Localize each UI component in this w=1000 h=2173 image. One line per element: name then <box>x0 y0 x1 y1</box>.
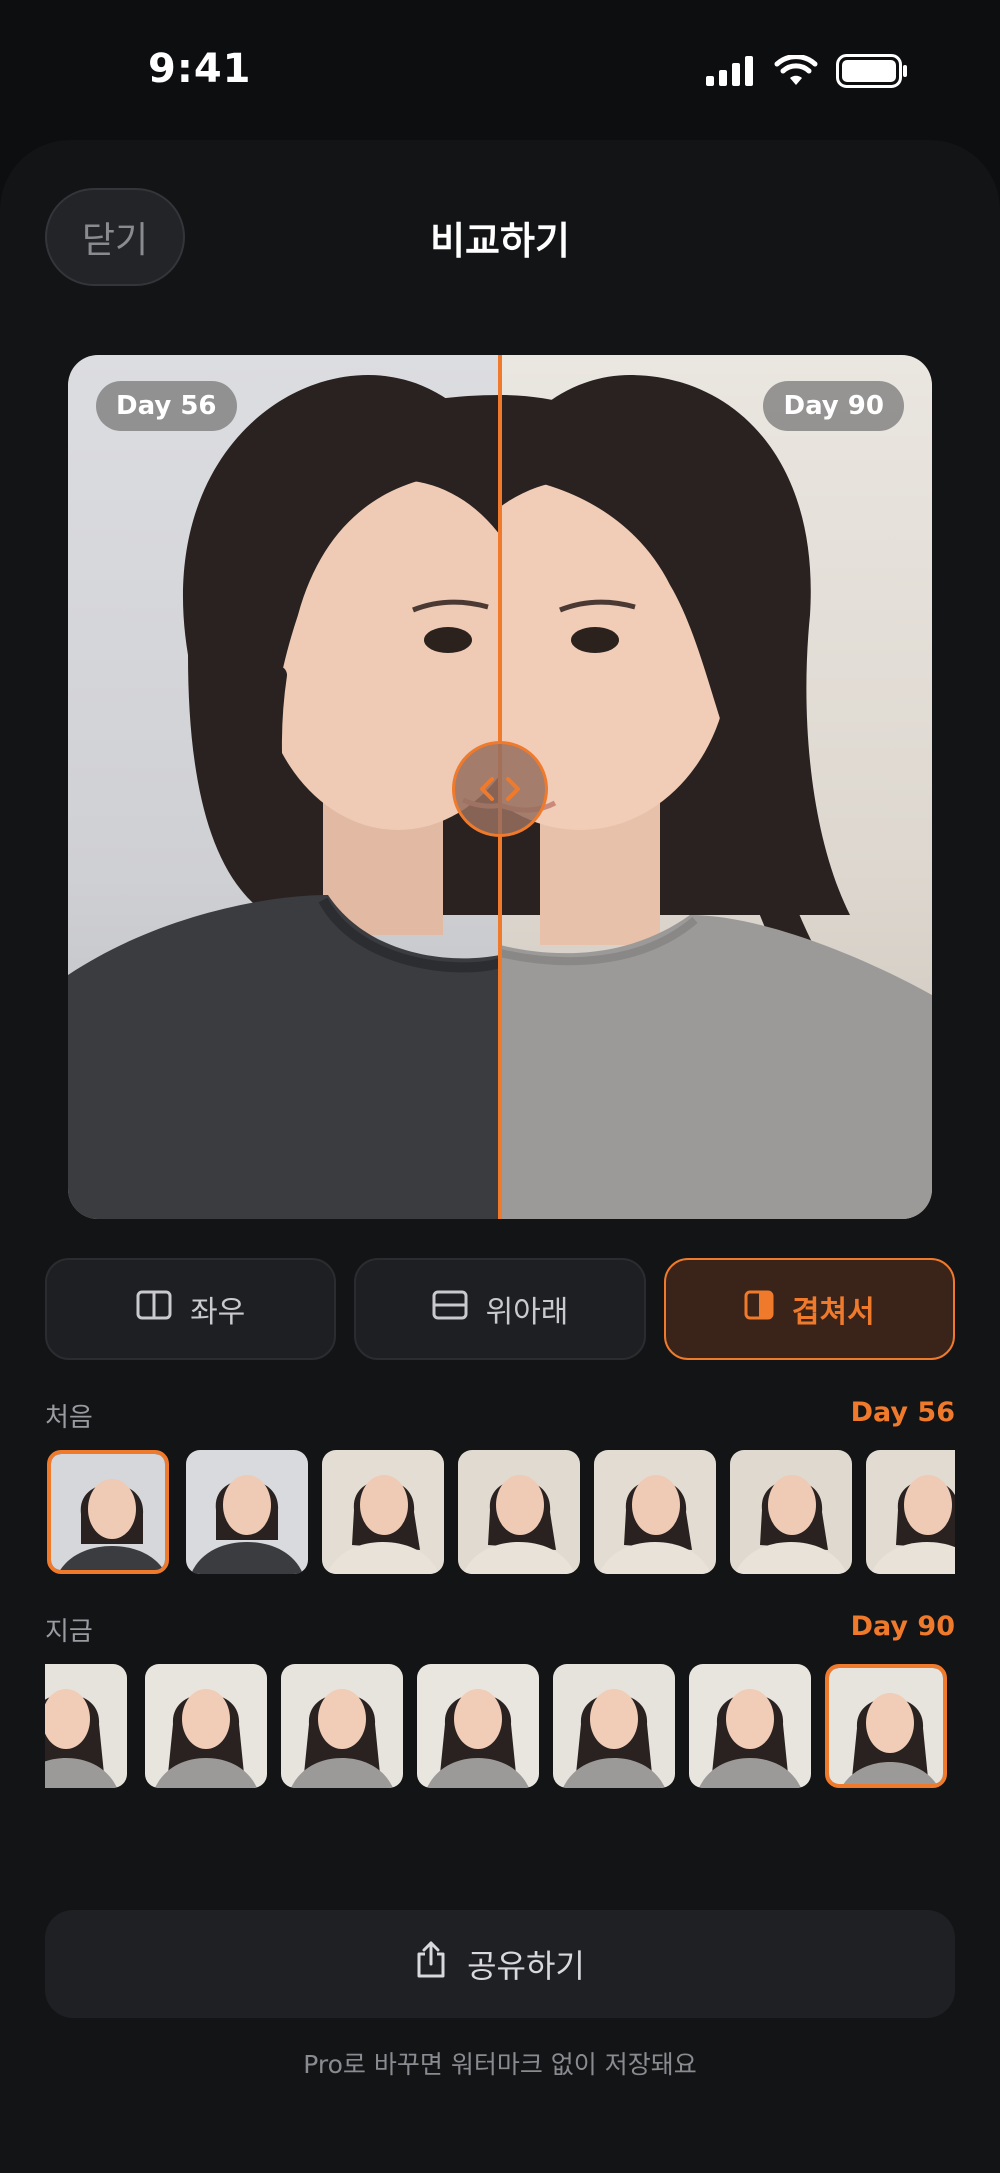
mode-label: 겹쳐서 <box>791 1295 875 1330</box>
now-row-label: 지금 <box>45 1617 93 1647</box>
share-button[interactable]: 공유하기 <box>45 1910 955 2018</box>
now-thumbnail-strip[interactable] <box>45 1664 955 1788</box>
now-thumb[interactable] <box>689 1664 811 1788</box>
mode-top-bottom-button[interactable]: 위아래 <box>354 1258 646 1360</box>
after-day-badge: Day 90 <box>763 381 904 431</box>
now-thumb[interactable] <box>553 1664 675 1788</box>
watermark-notice: Pro로 바꾸면 워터마크 없이 저장돼요 <box>303 2050 697 2079</box>
mode-side-by-side-button[interactable]: 좌우 <box>45 1258 337 1360</box>
battery-icon <box>836 54 908 92</box>
compare-view[interactable]: Day 56 Day 90 <box>68 355 932 1219</box>
first-thumb[interactable] <box>594 1450 716 1574</box>
share-label: 공유하기 <box>467 1947 585 1985</box>
first-thumb[interactable] <box>458 1450 580 1574</box>
first-thumb[interactable] <box>47 1450 169 1574</box>
now-thumb[interactable] <box>145 1664 267 1788</box>
wifi-icon <box>774 54 818 91</box>
compare-sheet: 닫기 비교하기 Day 56 Day 90 좌우 위아래 겹쳐서 처음 Day … <box>0 140 1000 2173</box>
page-title: 비교하기 <box>430 219 570 263</box>
status-icons <box>706 54 908 92</box>
now-thumb[interactable] <box>417 1664 539 1788</box>
status-bar: 9:41 <box>0 0 1000 140</box>
now-row-day: Day 90 <box>850 1611 955 1642</box>
mode-overlay-button[interactable]: 겹쳐서 <box>663 1258 955 1360</box>
now-thumb[interactable] <box>45 1664 127 1788</box>
share-icon <box>415 1940 447 1988</box>
first-thumb[interactable] <box>186 1450 308 1574</box>
split-vertical-icon <box>136 1290 172 1328</box>
overlay-icon <box>744 1290 774 1328</box>
now-thumb[interactable] <box>281 1664 403 1788</box>
mode-label: 좌우 <box>190 1295 246 1330</box>
split-horizontal-icon <box>432 1290 468 1328</box>
now-thumb[interactable] <box>825 1664 947 1788</box>
before-photo <box>68 355 500 1219</box>
mode-label: 위아래 <box>485 1295 569 1330</box>
first-thumb[interactable] <box>322 1450 444 1574</box>
first-row-day: Day 56 <box>850 1397 955 1428</box>
first-thumbnail-strip[interactable] <box>45 1450 955 1574</box>
before-day-badge: Day 56 <box>96 381 237 431</box>
cellular-signal-icon <box>706 56 756 90</box>
compare-mode-selector: 좌우 위아래 겹쳐서 <box>45 1258 955 1360</box>
status-time: 9:41 <box>148 46 252 92</box>
first-thumb[interactable] <box>866 1450 955 1574</box>
after-photo <box>500 355 932 1219</box>
divider-handle-icon[interactable] <box>452 741 548 837</box>
first-thumb[interactable] <box>730 1450 852 1574</box>
first-row-label: 처음 <box>45 1403 93 1433</box>
